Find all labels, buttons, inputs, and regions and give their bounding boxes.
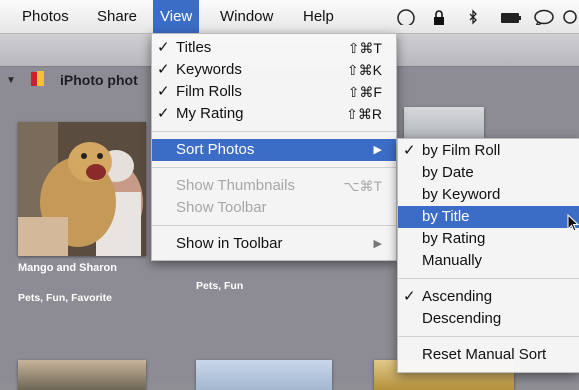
menu-item-label: by Date	[422, 164, 474, 181]
menu-item-label: by Film Roll	[422, 142, 501, 159]
menu-separator	[152, 225, 396, 226]
submenu-arrow-icon: ▶	[373, 238, 382, 250]
menu-item-label: Reset Manual Sort	[422, 346, 547, 363]
menu-item-label: Manually	[422, 252, 483, 269]
menu-item-manually[interactable]: Manually	[398, 250, 579, 272]
photo-thumbnail[interactable]	[196, 360, 332, 390]
menu-item-label: My Rating	[176, 105, 244, 122]
menu-share[interactable]: Share	[97, 0, 137, 34]
shortcut-label: ⇧⌘F	[347, 84, 382, 100]
shortcut-label: ⇧⌘T	[347, 40, 382, 56]
menu-item-label: Show Toolbar	[176, 199, 267, 216]
photo-thumbnail[interactable]	[18, 122, 146, 256]
menu-item-label: Film Rolls	[176, 83, 242, 100]
lock-icon[interactable]	[432, 9, 446, 25]
menu-item-label: Keywords	[176, 61, 242, 78]
menu-item-ascending[interactable]: ✓ Ascending	[398, 286, 579, 308]
menu-item-titles[interactable]: ✓ Titles ⇧⌘T	[152, 37, 396, 59]
photo-keywords: Pets, Fun	[196, 280, 244, 292]
menu-separator	[398, 336, 579, 337]
menu-item-show-toolbar[interactable]: Show Toolbar	[152, 197, 396, 219]
menu-item-film-rolls[interactable]: ✓ Film Rolls ⇧⌘F	[152, 81, 396, 103]
menu-item-by-title[interactable]: by Title	[398, 206, 579, 228]
view-menu: ✓ Titles ⇧⌘T ✓ Keywords ⇧⌘K ✓ Film Rolls…	[151, 33, 397, 261]
album-title: iPhoto phot	[60, 72, 138, 88]
battery-icon[interactable]	[500, 9, 522, 25]
menu-item-label: Show in Toolbar	[176, 235, 283, 252]
menu-item-by-keyword[interactable]: by Keyword	[398, 184, 579, 206]
photo-thumbnail[interactable]	[18, 360, 146, 390]
menu-item-show-in-toolbar[interactable]: Show in Toolbar ▶	[152, 233, 396, 255]
menu-item-label: Descending	[422, 310, 502, 327]
menu-item-label: Titles	[176, 39, 212, 56]
menu-bar: Photos Share View Window Help	[0, 0, 579, 34]
menu-item-descending[interactable]: Descending	[398, 308, 579, 330]
checkmark-icon: ✓	[403, 288, 416, 305]
checkmark-icon: ✓	[157, 39, 170, 56]
menu-photos[interactable]: Photos	[22, 0, 69, 34]
menu-item-label: by Title	[422, 208, 470, 225]
menu-item-by-rating[interactable]: by Rating	[398, 228, 579, 250]
menu-item-my-rating[interactable]: ✓ My Rating ⇧⌘R	[152, 103, 396, 125]
disclosure-triangle-icon[interactable]: ▼	[6, 75, 16, 86]
checkmark-icon: ✓	[157, 105, 170, 122]
menu-item-reset-manual-sort[interactable]: Reset Manual Sort	[398, 344, 579, 366]
menu-item-label: Show Thumbnails	[176, 177, 295, 194]
menu-item-sort-photos[interactable]: Sort Photos ▶	[152, 139, 396, 161]
menu-separator	[398, 278, 579, 279]
chat-bubble-icon[interactable]	[533, 9, 555, 25]
menu-item-label: Ascending	[422, 288, 493, 305]
bluetooth-icon[interactable]	[467, 9, 479, 25]
search-icon[interactable]	[561, 9, 579, 25]
submenu-arrow-icon: ▶	[373, 144, 382, 156]
shortcut-label: ⇧⌘K	[346, 62, 382, 78]
menu-item-by-date[interactable]: by Date	[398, 162, 579, 184]
photo-title: Mango and Sharon	[18, 262, 117, 274]
menu-view[interactable]: View	[153, 0, 200, 34]
shortcut-label: ⇧⌘R	[346, 106, 382, 122]
menu-window[interactable]: Window	[220, 0, 273, 34]
photo-dog-and-woman	[18, 122, 146, 256]
menu-item-keywords[interactable]: ✓ Keywords ⇧⌘K	[152, 59, 396, 81]
menu-item-label: by Rating	[422, 230, 486, 247]
sort-photos-submenu: ✓ by Film Roll by Date by Keyword by Tit…	[397, 138, 579, 373]
menu-separator	[152, 167, 396, 168]
sync-circle-icon[interactable]	[396, 9, 416, 25]
mouse-cursor-icon	[567, 214, 579, 232]
shortcut-label: ⌥⌘T	[343, 178, 382, 194]
photo-keywords: Pets, Fun, Favorite	[18, 292, 112, 304]
menu-item-by-film-roll[interactable]: ✓ by Film Roll	[398, 140, 579, 162]
checkmark-icon: ✓	[403, 142, 416, 159]
menu-item-show-thumbnails[interactable]: Show Thumbnails ⌥⌘T	[152, 175, 396, 197]
menu-help[interactable]: Help	[303, 0, 334, 34]
menu-item-label: by Keyword	[422, 186, 501, 203]
checkmark-icon: ✓	[157, 61, 170, 78]
menu-item-label: Sort Photos	[176, 141, 255, 158]
checkmark-icon: ✓	[157, 83, 170, 100]
menu-separator	[152, 131, 396, 132]
album-icon	[31, 71, 44, 86]
